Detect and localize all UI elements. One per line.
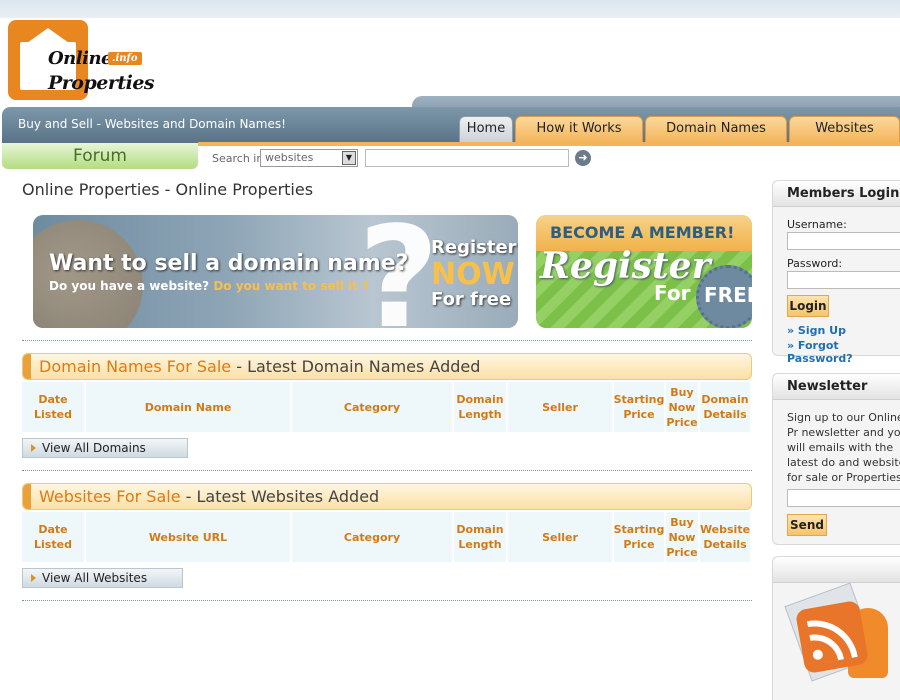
col-domain-length[interactable]: Domain Length (454, 512, 506, 562)
banner2-for: For (654, 281, 691, 305)
divider (22, 600, 752, 601)
newsletter-box: Newsletter Sign up to our Online Pr news… (772, 373, 900, 545)
newsletter-text: Sign up to our Online Pr newsletter and … (787, 411, 900, 484)
arrow-right-circle-icon[interactable]: ➜ (575, 150, 591, 166)
logo-badge: .info (108, 52, 142, 65)
members-login-box: Members Login Username: Password: Login … (772, 180, 900, 365)
search-category-value: websites (265, 151, 314, 164)
domains-title-accent: Domain Names For Sale (39, 357, 232, 376)
col-buy-now-price[interactable]: Buy Now Price (666, 382, 698, 432)
rss-feed-icon[interactable] (794, 599, 870, 675)
banner2-become: BECOME A MEMBER! (550, 223, 735, 242)
chevron-down-icon[interactable]: ▼ (342, 151, 356, 165)
view-all-domains-label: View All Domains (42, 441, 146, 455)
search-category-select[interactable]: websites ▼ (260, 149, 358, 167)
forgot-password-link[interactable]: » Forgot Password? (787, 339, 900, 365)
rss-box-header (773, 557, 900, 583)
websites-title-accent: Websites For Sale (39, 487, 181, 506)
websites-table-header: Date Listed Website URL Category Domain … (22, 512, 752, 562)
search-input[interactable] (365, 149, 569, 167)
forum-tab[interactable]: Forum (2, 143, 198, 169)
websites-section-header: Websites For Sale - Latest Websites Adde… (22, 483, 752, 510)
col-category[interactable]: Category (292, 512, 452, 562)
divider (22, 470, 752, 471)
col-category[interactable]: Category (292, 382, 452, 432)
websites-title-rest: - Latest Websites Added (180, 487, 380, 506)
username-label: Username: (787, 218, 847, 231)
domains-table-header: Date Listed Domain Name Category Domain … (22, 382, 752, 432)
col-website-details[interactable]: Website Details (700, 512, 750, 562)
tab-home[interactable]: Home (459, 116, 513, 143)
col-seller[interactable]: Seller (508, 512, 612, 562)
tab-websites[interactable]: Websites (789, 116, 900, 143)
view-all-websites-label: View All Websites (42, 571, 148, 585)
logo-text-properties: Properties (48, 72, 155, 94)
banner-now: NOW (431, 257, 515, 292)
sell-domain-banner[interactable]: ? Want to sell a domain name? Do you hav… (33, 215, 518, 328)
banner-subline-b: Do you want to sell it ? (213, 279, 369, 293)
col-starting-price[interactable]: Starting Price (614, 512, 664, 562)
banner-for-free: For free (431, 289, 512, 310)
domains-section-header: Domain Names For Sale - Latest Domain Na… (22, 353, 752, 380)
banner-subline-a: Do you have a website? (49, 279, 210, 293)
col-seller[interactable]: Seller (508, 382, 612, 432)
newsletter-title: Newsletter (773, 374, 900, 400)
username-input[interactable] (787, 232, 900, 250)
triangle-right-icon (31, 574, 36, 582)
nav-underline (198, 142, 900, 146)
send-button[interactable]: Send (787, 514, 827, 536)
banner-headline: Want to sell a domain name? (49, 251, 409, 276)
col-date-listed[interactable]: Date Listed (22, 512, 84, 562)
password-input[interactable] (787, 271, 900, 289)
top-strip (0, 0, 900, 18)
sign-up-link[interactable]: » Sign Up (787, 324, 846, 337)
become-member-banner[interactable]: BECOME A MEMBER! Register For FREE (536, 215, 752, 328)
col-starting-price[interactable]: Starting Price (614, 382, 664, 432)
col-domain-length[interactable]: Domain Length (454, 382, 506, 432)
site-logo[interactable]: Online .info Properties (8, 20, 155, 102)
col-date-listed[interactable]: Date Listed (22, 382, 84, 432)
divider (22, 340, 752, 341)
col-domain-details[interactable]: Domain Details (700, 382, 750, 432)
tab-domain-names[interactable]: Domain Names (645, 116, 787, 143)
search-label: Search in (212, 152, 264, 165)
banner-register: Register (431, 237, 517, 258)
newsletter-email-input[interactable] (787, 489, 900, 507)
domains-title-rest: - Latest Domain Names Added (231, 357, 481, 376)
header-tagline: Buy and Sell - Websites and Domain Names… (18, 117, 286, 131)
tab-how-it-works[interactable]: How it Works (515, 116, 643, 143)
page-title: Online Properties - Online Properties (22, 180, 314, 199)
password-label: Password: (787, 257, 843, 270)
col-buy-now-price[interactable]: Buy Now Price (666, 512, 698, 562)
triangle-right-icon (31, 444, 36, 452)
view-all-domains-button[interactable]: View All Domains (22, 438, 188, 458)
col-domain-name[interactable]: Domain Name (86, 382, 290, 432)
logo-text-online: Online (48, 48, 112, 69)
members-login-title: Members Login (773, 181, 900, 207)
login-button[interactable]: Login (787, 295, 829, 317)
view-all-websites-button[interactable]: View All Websites (22, 568, 183, 588)
col-website-url[interactable]: Website URL (86, 512, 290, 562)
banner-subline: Do you have a website? Do you want to se… (49, 279, 369, 293)
banner2-free: FREE (704, 283, 752, 307)
